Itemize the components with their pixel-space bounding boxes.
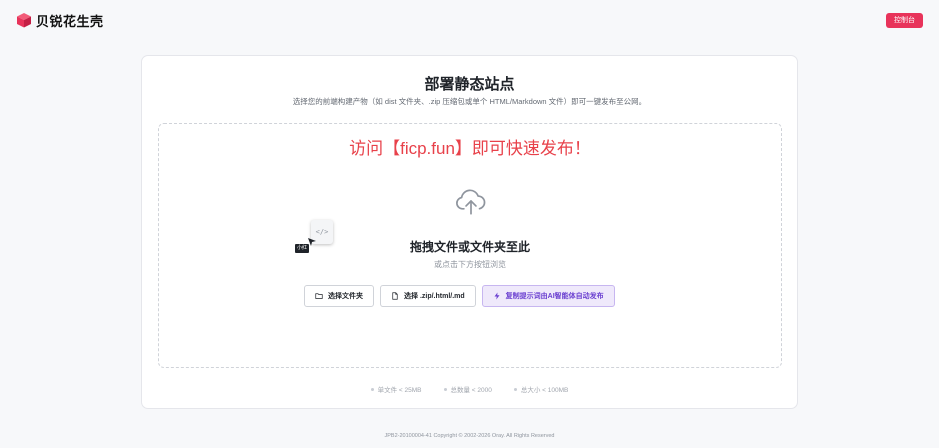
cube-logo-icon (17, 13, 31, 28)
upload-limits: 单文件 < 25MB 总数量 < 2000 总大小 < 100MB (142, 384, 797, 394)
select-file-label: 选择 .zip/.html/.md (404, 293, 465, 300)
select-folder-button[interactable]: 选择文件夹 (304, 285, 374, 307)
copy-ai-prompt-button[interactable]: 复制提示词由AI智能体自动发布 (481, 285, 615, 307)
brand-name: 贝锐花生壳 (36, 13, 104, 29)
page-title: 部署静态站点 (424, 76, 515, 93)
brand-logo-link[interactable]: 贝锐花生壳 (16, 11, 104, 30)
footer-copyright: JPB2-20100004-41 Copyright © 2002-2026 O… (384, 433, 555, 439)
copy-ai-prompt-label: 复制提示词由AI智能体自动发布 (505, 293, 604, 300)
folder-icon (315, 293, 323, 299)
file-dropzone[interactable]: 访问【ficp.fun】即可快速发布！ </> 小红 拖拽文件或文件夹至此 或点… (158, 123, 782, 368)
select-folder-label: 选择文件夹 (328, 293, 363, 300)
upload-cloud-icon (456, 189, 486, 215)
file-icon (392, 292, 398, 300)
limit-total-size: 总大小 < 100MB (513, 384, 568, 394)
deploy-card: 部署静态站点 选择您的前端构建产物（如 dist 文件夹、.zip 压缩包或单个… (141, 55, 798, 409)
drop-title: 拖拽文件或文件夹至此 (409, 240, 530, 254)
drop-hint: 或点击下方按钮浏览 (434, 260, 506, 269)
bolt-icon (494, 292, 500, 300)
limit-file-size: 单文件 < 25MB (370, 384, 422, 394)
page-subtitle: 选择您的前端构建产物（如 dist 文件夹、.zip 压缩包或单个 HTML/M… (292, 97, 647, 106)
upload-actions: 选择文件夹 选择 .zip/.html/.md 复制提示词由AI智能体自动发布 (304, 285, 615, 307)
console-button[interactable]: 控制台 (886, 12, 923, 28)
select-file-button[interactable]: 选择 .zip/.html/.md (380, 285, 476, 307)
limit-file-count: 总数量 < 2000 (443, 384, 492, 394)
top-header: 贝锐花生壳 控制台 (0, 0, 939, 40)
promo-banner: 访问【ficp.fun】即可快速发布！ (349, 139, 591, 158)
